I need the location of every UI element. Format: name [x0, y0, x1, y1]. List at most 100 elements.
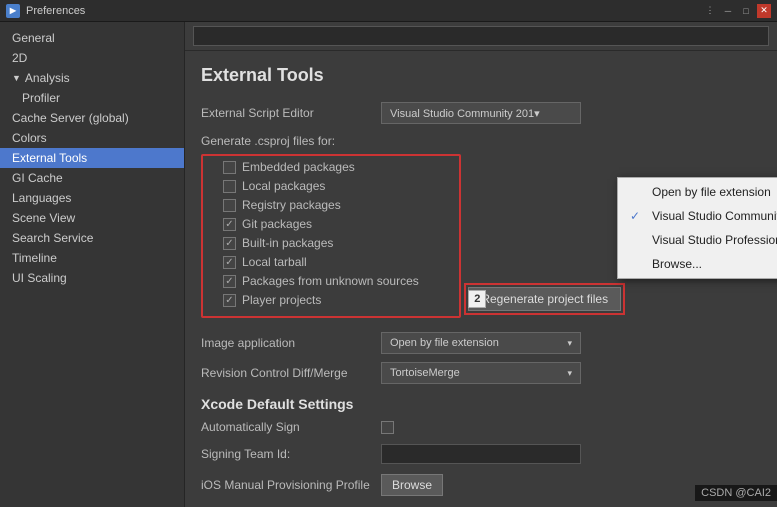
checkbox-builtin[interactable] — [223, 237, 236, 250]
section-title: External Tools — [201, 65, 761, 86]
checkbox-label-player-projects: Player projects — [242, 293, 321, 307]
sidebar-label-general: General — [12, 31, 55, 45]
external-script-editor-row: External Script Editor Visual Studio Com… — [201, 102, 761, 124]
auto-sign-checkbox[interactable] — [381, 421, 394, 434]
regen-row: 2 Regenerate project files — [464, 283, 625, 315]
sidebar-item-scene-view[interactable]: Scene View — [0, 208, 184, 228]
checkbox-unknown-sources[interactable] — [223, 275, 236, 288]
popup-item-open-by-ext[interactable]: Open by file extension — [618, 180, 777, 204]
sidebar-label-ui-scaling: UI Scaling — [12, 271, 67, 285]
revision-control-dropdown[interactable]: TortoiseMerge ▾ — [381, 362, 581, 384]
sidebar-item-profiler[interactable]: Profiler — [0, 88, 184, 108]
ios-profile-row: iOS Manual Provisioning Profile Browse — [201, 474, 761, 496]
sidebar-label-colors: Colors — [12, 131, 47, 145]
checkbox-git[interactable] — [223, 218, 236, 231]
sidebar-label-2d: 2D — [12, 51, 27, 65]
titlebar-controls: ⋮ ─ □ ✕ — [703, 4, 771, 18]
popup-label-vs2019-professional: Visual Studio Professional 2019 [16.4.2] — [652, 233, 777, 247]
lower-section: Image application Open by file extension… — [201, 332, 761, 496]
ios-profile-label: iOS Manual Provisioning Profile — [201, 478, 381, 492]
image-app-label: Image application — [201, 336, 381, 350]
badge-2: 2 — [468, 290, 486, 308]
sidebar-label-profiler: Profiler — [22, 91, 60, 105]
sidebar-item-timeline[interactable]: Timeline — [0, 248, 184, 268]
checkbox-registry[interactable] — [223, 199, 236, 212]
regen-highlight: 2 Regenerate project files — [464, 283, 625, 315]
image-app-dropdown-arrow: ▾ — [567, 338, 572, 349]
checkbox-row-registry: Registry packages — [203, 198, 455, 212]
sidebar-item-analysis[interactable]: ▼ Analysis — [0, 68, 184, 88]
dropdown-trigger-container: Visual Studio Community 201▾ 1 Open by f… — [381, 102, 581, 124]
titlebar-title: Preferences — [26, 5, 703, 17]
checkbox-row-local: Local packages — [203, 179, 455, 193]
checkbox-label-git: Git packages — [242, 217, 312, 231]
content-body: External Tools External Script Editor Vi… — [185, 51, 777, 507]
sidebar-item-general[interactable]: General — [0, 28, 184, 48]
sidebar-item-search-service[interactable]: Search Service — [0, 228, 184, 248]
sidebar-item-cache-server[interactable]: Cache Server (global) — [0, 108, 184, 128]
menu-button[interactable]: ⋮ — [703, 4, 717, 18]
sidebar-item-gi-cache[interactable]: GI Cache — [0, 168, 184, 188]
sidebar-label-cache-server: Cache Server (global) — [12, 111, 129, 125]
checkbox-player-projects[interactable] — [223, 294, 236, 307]
auto-sign-row: Automatically Sign — [201, 420, 761, 434]
generate-label: Generate .csproj files for: — [201, 134, 761, 148]
sidebar: General 2D ▼ Analysis Profiler Cache Server (… — [0, 22, 185, 507]
checkbox-label-local: Local packages — [242, 179, 325, 193]
checkbox-embedded[interactable] — [223, 161, 236, 174]
minimize-button[interactable]: ─ — [721, 4, 735, 18]
popup-item-vs2019-community[interactable]: ✓ Visual Studio Community 2019 [16.9.2] — [618, 204, 777, 228]
checkbox-label-embedded: Embedded packages — [242, 160, 355, 174]
search-bar — [185, 22, 777, 51]
popup-item-vs2019-professional[interactable]: Visual Studio Professional 2019 [16.4.2] — [618, 228, 777, 252]
regen-button[interactable]: Regenerate project files — [468, 287, 621, 311]
titlebar: ▶ Preferences ⋮ ─ □ ✕ — [0, 0, 777, 22]
close-button[interactable]: ✕ — [757, 4, 771, 18]
sidebar-label-analysis: Analysis — [25, 71, 70, 85]
checkbox-local-tarball[interactable] — [223, 256, 236, 269]
checkbox-row-git: Git packages — [203, 217, 455, 231]
revision-control-row: Revision Control Diff/Merge TortoiseMerg… — [201, 362, 761, 384]
sidebar-item-ui-scaling[interactable]: UI Scaling — [0, 268, 184, 288]
image-app-dropdown[interactable]: Open by file extension ▾ — [381, 332, 581, 354]
sidebar-label-external-tools: External Tools — [12, 151, 87, 165]
checkbox-label-registry: Registry packages — [242, 198, 341, 212]
sidebar-label-gi-cache: GI Cache — [12, 171, 63, 185]
checkbox-highlight-box: Embedded packages Local packages Registry … — [201, 154, 461, 318]
checkbox-label-local-tarball: Local tarball — [242, 255, 307, 269]
popup-label-browse: Browse... — [652, 257, 702, 271]
ios-browse-button[interactable]: Browse — [381, 474, 443, 496]
signing-team-label: Signing Team Id: — [201, 447, 381, 461]
sidebar-label-scene-view: Scene View — [12, 211, 75, 225]
dropdown-popup: 1 Open by file extension✓Visual Studio C… — [617, 177, 777, 279]
checkbox-label-unknown-sources: Packages from unknown sources — [242, 274, 419, 288]
sidebar-label-languages: Languages — [12, 191, 71, 205]
sidebar-item-languages[interactable]: Languages — [0, 188, 184, 208]
checkbox-row-player-projects: Player projects — [203, 293, 455, 307]
xcode-title: Xcode Default Settings — [201, 396, 761, 412]
signing-team-row: Signing Team Id: — [201, 444, 761, 464]
sidebar-item-colors[interactable]: Colors — [0, 128, 184, 148]
titlebar-icon: ▶ — [6, 4, 20, 18]
popup-item-browse[interactable]: Browse... — [618, 252, 777, 276]
external-script-editor-dropdown[interactable]: Visual Studio Community 201▾ — [381, 102, 581, 124]
popup-checkmark-vs2019-community: ✓ — [630, 209, 646, 223]
search-input[interactable] — [193, 26, 769, 46]
sidebar-label-search-service: Search Service — [12, 231, 93, 245]
sidebar-item-external-tools[interactable]: External Tools — [0, 148, 184, 168]
checkbox-row-unknown-sources: Packages from unknown sources — [203, 274, 455, 288]
popup-label-open-by-ext: Open by file extension — [652, 185, 771, 199]
auto-sign-label: Automatically Sign — [201, 420, 381, 434]
popup-label-vs2019-community: Visual Studio Community 2019 [16.9.2] — [652, 209, 777, 223]
sidebar-item-2d[interactable]: 2D — [0, 48, 184, 68]
revision-control-label: Revision Control Diff/Merge — [201, 366, 381, 380]
checkbox-row-embedded: Embedded packages — [203, 160, 455, 174]
sidebar-arrow-analysis: ▼ — [12, 73, 21, 83]
content-panel: External Tools External Script Editor Vi… — [185, 22, 777, 507]
maximize-button[interactable]: □ — [739, 4, 753, 18]
external-script-editor-label: External Script Editor — [201, 106, 381, 120]
signing-team-input[interactable] — [381, 444, 581, 464]
checkbox-local[interactable] — [223, 180, 236, 193]
revision-dropdown-arrow: ▾ — [567, 368, 572, 379]
main-container: General 2D ▼ Analysis Profiler Cache Server (… — [0, 22, 777, 507]
